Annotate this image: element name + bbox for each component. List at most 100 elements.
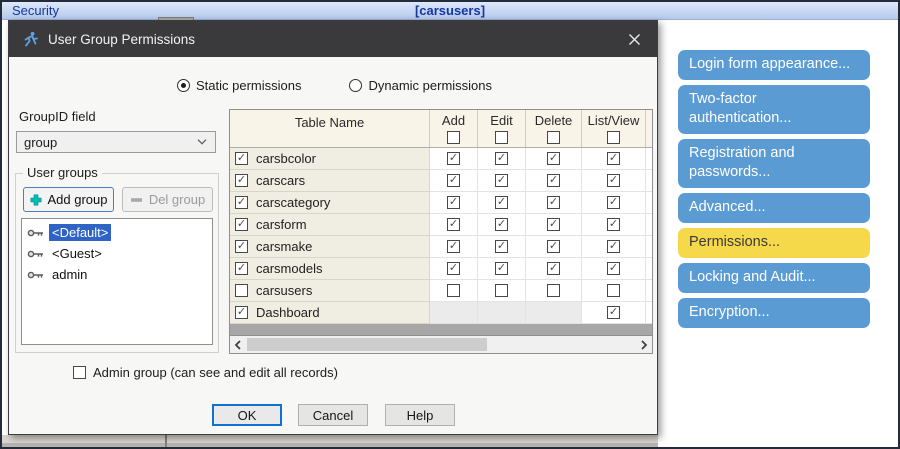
row-checkbox-carscategory[interactable]: ✓ xyxy=(235,196,248,209)
scrollbar-thumb[interactable] xyxy=(247,338,487,351)
perm-checkbox-carsmodels-add[interactable]: ✓ xyxy=(447,262,460,275)
perm-checkbox-carsbcolor-add[interactable]: ✓ xyxy=(447,152,460,165)
dialog-title-bar[interactable]: User Group Permissions xyxy=(9,21,657,57)
perm-cell-edit: ✓ xyxy=(478,170,526,192)
perm-checkbox-carscars-edit[interactable]: ✓ xyxy=(495,174,508,187)
perm-checkbox-carsusers-list-view[interactable] xyxy=(607,284,620,297)
perm-cell-add xyxy=(430,280,478,302)
groupid-field-label: GroupID field xyxy=(19,109,96,124)
user-group-permissions-dialog: User Group Permissions Static permission… xyxy=(8,20,658,435)
side-button-two-factor-authentication[interactable]: Two-factor authentication... xyxy=(678,85,870,134)
perm-checkbox-carscars-delete[interactable]: ✓ xyxy=(547,174,560,187)
row-checkbox-carsform[interactable]: ✓ xyxy=(235,218,248,231)
header-checkbox-edit[interactable] xyxy=(495,131,508,144)
header-label: Edit xyxy=(490,113,513,128)
perm-cell-delete-disabled xyxy=(526,302,582,324)
row-spacer-cell xyxy=(646,302,652,324)
row-checkbox-carsmake[interactable]: ✓ xyxy=(235,240,248,253)
perm-cell-list-view: ✓ xyxy=(582,214,646,236)
perm-checkbox-carscategory-edit[interactable]: ✓ xyxy=(495,196,508,209)
side-button-registration-and-passwords[interactable]: Registration and passwords... xyxy=(678,139,870,188)
plus-icon xyxy=(30,194,42,206)
perm-cell-add: ✓ xyxy=(430,170,478,192)
row-checkbox-carsbcolor[interactable]: ✓ xyxy=(235,152,248,165)
perm-checkbox-dashboard-list-view[interactable]: ✓ xyxy=(607,306,620,319)
perm-checkbox-carsmake-delete[interactable]: ✓ xyxy=(547,240,560,253)
row-checkbox-carscars[interactable]: ✓ xyxy=(235,174,248,187)
perm-checkbox-carsmake-list-view[interactable]: ✓ xyxy=(607,240,620,253)
table-row-carscars: ✓ carscars ✓ ✓ ✓ ✓ xyxy=(230,170,652,192)
row-checkbox-dashboard[interactable]: ✓ xyxy=(235,306,248,319)
horizontal-scrollbar[interactable] xyxy=(230,336,652,353)
table-name-label: carsform xyxy=(256,217,307,232)
header-checkbox-list-view[interactable] xyxy=(607,131,620,144)
table-name-label: carscars xyxy=(256,173,306,188)
del-group-button[interactable]: Del group xyxy=(122,187,213,212)
radio-static-permissions[interactable]: Static permissions xyxy=(177,78,301,93)
help-button[interactable]: Help xyxy=(385,404,455,426)
perm-checkbox-carsbcolor-delete[interactable]: ✓ xyxy=(547,152,560,165)
chevron-right-icon[interactable] xyxy=(636,336,652,353)
perm-checkbox-carscars-add[interactable]: ✓ xyxy=(447,174,460,187)
add-group-button[interactable]: Add group xyxy=(23,187,114,212)
cancel-button[interactable]: Cancel xyxy=(298,404,368,426)
perm-checkbox-carscars-list-view[interactable]: ✓ xyxy=(607,174,620,187)
group-list-item-default[interactable]: <Default> xyxy=(22,222,212,243)
side-button-encryption[interactable]: Encryption... xyxy=(678,298,870,328)
perm-cell-edit: ✓ xyxy=(478,148,526,170)
perm-checkbox-carsform-edit[interactable]: ✓ xyxy=(495,218,508,231)
window-title: [carsusers] xyxy=(414,3,486,18)
header-checkbox-delete[interactable] xyxy=(547,131,560,144)
table-name-label: carsusers xyxy=(256,283,313,298)
perm-cell-add: ✓ xyxy=(430,214,478,236)
perm-checkbox-carsform-delete[interactable]: ✓ xyxy=(547,218,560,231)
chevron-down-icon xyxy=(196,138,208,146)
perm-checkbox-carsform-list-view[interactable]: ✓ xyxy=(607,218,620,231)
close-button[interactable] xyxy=(619,27,649,51)
perm-checkbox-carsmodels-edit[interactable]: ✓ xyxy=(495,262,508,275)
side-button-login-form-appearance[interactable]: Login form appearance... xyxy=(678,50,870,80)
perm-checkbox-carsmake-edit[interactable]: ✓ xyxy=(495,240,508,253)
group-list-item-guest[interactable]: <Guest> xyxy=(22,243,212,264)
status-bar xyxy=(2,435,658,443)
perm-checkbox-carsusers-edit[interactable] xyxy=(495,284,508,297)
table-name-cell: ✓ carscategory xyxy=(230,192,430,214)
group-list-item-admin[interactable]: admin xyxy=(22,264,212,285)
header-checkbox-add[interactable] xyxy=(447,131,460,144)
header-delete: Delete xyxy=(526,110,582,147)
perm-cell-delete: ✓ xyxy=(526,236,582,258)
perm-checkbox-carsbcolor-edit[interactable]: ✓ xyxy=(495,152,508,165)
header-label: List/View xyxy=(587,113,640,128)
table-name-label: carsmake xyxy=(256,239,313,254)
permissions-table: Table Name Add Edit Delete List/View ✓ carsbco… xyxy=(229,109,653,354)
table-name-cell: carsusers xyxy=(230,280,430,302)
radio-dynamic-permissions[interactable]: Dynamic permissions xyxy=(349,78,492,93)
user-groups-list[interactable]: <Default> <Guest> admin xyxy=(21,218,213,345)
ok-button[interactable]: OK xyxy=(212,404,282,426)
perm-checkbox-carscategory-delete[interactable]: ✓ xyxy=(547,196,560,209)
perm-checkbox-carsform-add[interactable]: ✓ xyxy=(447,218,460,231)
admin-group-checkbox[interactable] xyxy=(73,366,86,379)
perm-checkbox-carsmodels-list-view[interactable]: ✓ xyxy=(607,262,620,275)
chevron-left-icon[interactable] xyxy=(230,336,246,353)
perm-checkbox-carscategory-list-view[interactable]: ✓ xyxy=(607,196,620,209)
side-button-advanced[interactable]: Advanced... xyxy=(678,193,870,223)
row-spacer-cell xyxy=(646,192,652,214)
perm-cell-edit xyxy=(478,280,526,302)
perm-checkbox-carscategory-add[interactable]: ✓ xyxy=(447,196,460,209)
perm-checkbox-carsmake-add[interactable]: ✓ xyxy=(447,240,460,253)
perm-checkbox-carsusers-add[interactable] xyxy=(447,284,460,297)
perm-cell-delete xyxy=(526,280,582,302)
groupid-select[interactable]: group xyxy=(16,131,216,153)
table-row-dashboard: ✓ Dashboard ✓ xyxy=(230,302,652,324)
perm-checkbox-carsusers-delete[interactable] xyxy=(547,284,560,297)
row-spacer-cell xyxy=(646,280,652,302)
perm-checkbox-carsmodels-delete[interactable]: ✓ xyxy=(547,262,560,275)
perm-cell-edit: ✓ xyxy=(478,258,526,280)
row-checkbox-carsmodels[interactable]: ✓ xyxy=(235,262,248,275)
security-options-panel: Login form appearance... Two-factor authe… xyxy=(678,50,870,333)
perm-checkbox-carsbcolor-list-view[interactable]: ✓ xyxy=(607,152,620,165)
row-checkbox-carsusers[interactable] xyxy=(235,284,248,297)
side-button-locking-and-audit[interactable]: Locking and Audit... xyxy=(678,263,870,293)
side-button-permissions[interactable]: Permissions... xyxy=(678,228,870,258)
